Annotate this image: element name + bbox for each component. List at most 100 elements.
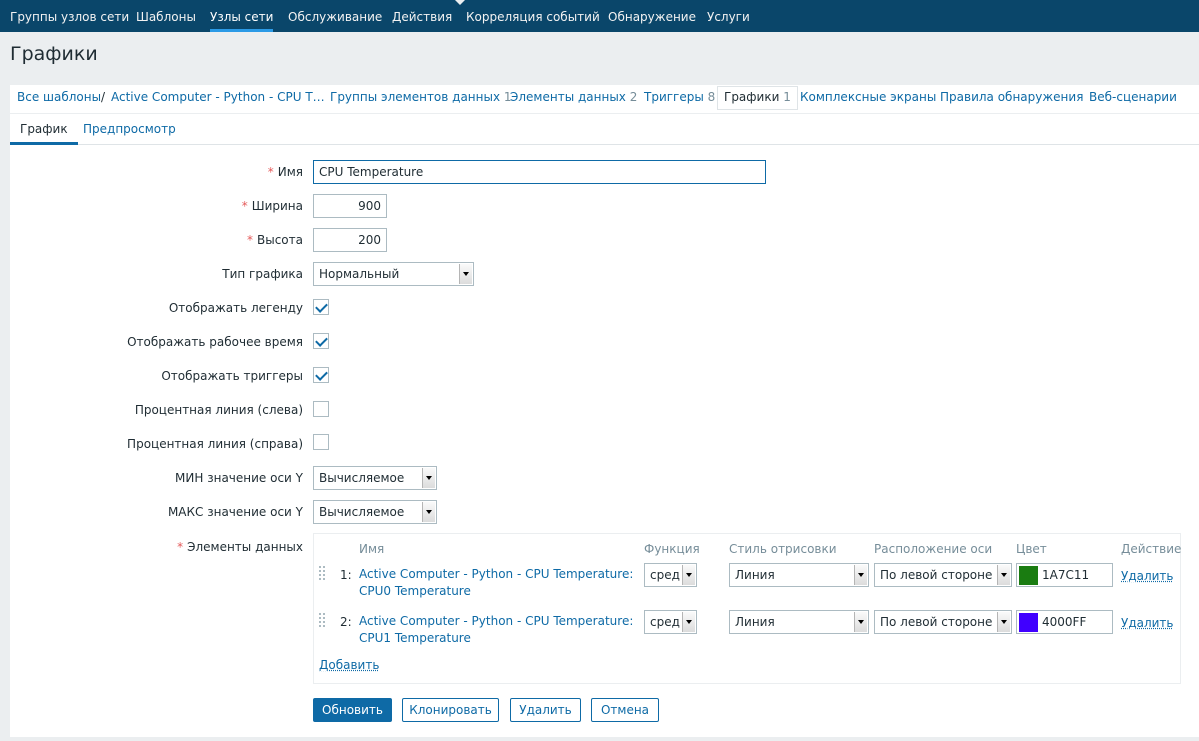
y-axis-side-select[interactable]: По левой стороне: [874, 563, 1012, 587]
ymin-label: МИН значение оси Y: [175, 471, 303, 485]
items-label: * Элементы данных: [177, 540, 303, 554]
delete-button[interactable]: Удалить: [510, 698, 581, 722]
drag-handle-icon[interactable]: [319, 613, 326, 629]
clone-button[interactable]: Клонировать: [402, 698, 499, 722]
nav-host-groups[interactable]: Группы узлов сети: [10, 0, 129, 32]
draw-style-select[interactable]: Линия: [729, 563, 869, 587]
draw-style-select[interactable]: Линия: [729, 610, 869, 634]
item-name-link[interactable]: CPU1 Temperature: [359, 630, 471, 647]
breadcrumb-all-templates[interactable]: Все шаблоны: [17, 85, 101, 109]
tab-graphs-count: 1: [783, 90, 791, 104]
required-mark: *: [241, 199, 248, 213]
ymax-select[interactable]: Вычисляемое: [313, 500, 437, 524]
ymax-label: МАКС значение оси Y: [167, 505, 303, 519]
form-tabs: График Предпросмотр: [10, 114, 1199, 145]
tab-items-count: 2: [629, 90, 638, 104]
chevron-down-icon: [854, 612, 867, 632]
nav-discovery[interactable]: Обнаружение: [608, 0, 696, 32]
row-number: 1:: [340, 568, 352, 582]
breadcrumb-separator: /: [101, 90, 106, 104]
tab-item-applications-label: Группы элементов данных: [330, 90, 501, 104]
tab-triggers-label: Триггеры: [644, 90, 704, 104]
header-action: Действие: [1121, 542, 1182, 556]
breadcrumb: Все шаблоны / Active Computer - Python -…: [10, 85, 1199, 114]
cancel-button[interactable]: Отмена: [591, 698, 659, 722]
name-input[interactable]: CPU Temperature: [313, 160, 766, 184]
graph-type-value: Нормальный: [319, 267, 400, 281]
show-worktime-checkbox[interactable]: [313, 333, 329, 349]
header-color: Цвет: [1016, 542, 1047, 556]
width-label: * Ширина: [242, 199, 303, 213]
color-swatch[interactable]: [1019, 613, 1038, 632]
row-number: 2:: [340, 615, 352, 629]
y-axis-side-value: По левой стороне: [880, 615, 993, 629]
y-axis-side-select[interactable]: По левой стороне: [874, 610, 1012, 634]
show-legend-checkbox[interactable]: [313, 299, 329, 315]
tab-items[interactable]: Элементы данных 2: [510, 85, 637, 109]
nav-notch: [455, 0, 465, 5]
items-label-text: Элементы данных: [187, 540, 303, 554]
chevron-down-icon: [422, 468, 435, 488]
nav-services[interactable]: Услуги: [707, 0, 750, 32]
header-y-axis-side: Расположение оси: [874, 542, 993, 556]
chevron-down-icon: [459, 264, 472, 284]
remove-item-link[interactable]: Удалить: [1121, 615, 1174, 632]
required-mark: *: [247, 233, 253, 247]
y-axis-side-value: По левой стороне: [880, 568, 993, 582]
chevron-down-icon: [997, 612, 1010, 632]
color-swatch[interactable]: [1019, 566, 1038, 585]
show-legend-label: Отображать легенду: [168, 301, 303, 315]
item-name-link[interactable]: Active Computer - Python - CPU Temperatu…: [359, 566, 633, 583]
tab-graphs[interactable]: Графики 1: [717, 86, 798, 110]
tab-triggers[interactable]: Триггеры 8: [644, 85, 715, 109]
percent-right-label: Процентная линия (справа): [127, 437, 303, 451]
nav-hosts[interactable]: Узлы сети: [210, 0, 274, 32]
tab-graphs-label: Графики: [724, 90, 780, 104]
graph-items-table: Имя Функция Стиль отрисовки Расположение…: [313, 533, 1181, 684]
top-navigation: Группы узлов сети Шаблоны Узлы сети Обсл…: [0, 0, 1199, 32]
width-label-text: Ширина: [251, 199, 303, 213]
nav-maintenance[interactable]: Обслуживание: [288, 0, 382, 32]
show-triggers-checkbox[interactable]: [313, 367, 329, 383]
tab-web-scenarios[interactable]: Веб-сценарии: [1089, 85, 1177, 109]
chevron-down-icon: [997, 565, 1010, 585]
tab-discovery-rules[interactable]: Правила обнаружения: [940, 85, 1083, 109]
header-name: Имя: [359, 542, 385, 556]
item-name-link[interactable]: CPU0 Temperature: [359, 583, 471, 600]
draw-style-value: Линия: [735, 568, 775, 582]
height-label-text: Высота: [257, 233, 303, 247]
draw-style-value: Линия: [735, 615, 775, 629]
breadcrumb-template[interactable]: Active Computer - Python - CPU T…: [111, 85, 325, 109]
tab-screens[interactable]: Комплексные экраны: [800, 85, 936, 109]
function-value: сред: [650, 615, 680, 629]
nav-actions[interactable]: Действия: [392, 0, 452, 32]
tab-graph[interactable]: График: [10, 114, 78, 145]
nav-event-correlation[interactable]: Корреляция событий: [466, 0, 600, 32]
height-input[interactable]: 200: [313, 228, 387, 252]
width-input[interactable]: 900: [313, 194, 387, 218]
item-name-link[interactable]: Active Computer - Python - CPU Temperatu…: [359, 613, 633, 630]
remove-item-link[interactable]: Удалить: [1121, 568, 1174, 585]
drag-handle-icon[interactable]: [319, 566, 326, 582]
function-select[interactable]: сред: [644, 563, 697, 587]
graph-type-select[interactable]: Нормальный: [313, 262, 474, 286]
chevron-down-icon: [682, 565, 695, 585]
percent-left-label: Процентная линия (слева): [134, 403, 303, 417]
ymax-value: Вычисляемое: [319, 505, 405, 519]
nav-templates[interactable]: Шаблоны: [136, 0, 196, 32]
ymin-select[interactable]: Вычисляемое: [313, 466, 437, 490]
function-select[interactable]: сред: [644, 610, 697, 634]
add-item-link[interactable]: Добавить: [319, 657, 379, 674]
percent-right-checkbox[interactable]: [313, 434, 329, 450]
tab-items-label: Элементы данных: [510, 90, 626, 104]
tab-item-applications[interactable]: Группы элементов данных 1: [330, 85, 512, 109]
percent-left-checkbox[interactable]: [313, 401, 329, 417]
header-draw-style: Стиль отрисовки: [729, 542, 837, 556]
update-button[interactable]: Обновить: [313, 698, 392, 722]
chevron-down-icon: [854, 565, 867, 585]
tab-triggers-count: 8: [707, 90, 716, 104]
graph-form-panel: График Предпросмотр * Имя CPU Temperature…: [10, 114, 1199, 737]
name-label: * Имя: [268, 165, 303, 179]
tab-preview[interactable]: Предпросмотр: [73, 114, 186, 145]
height-label: * Высота: [247, 233, 303, 247]
